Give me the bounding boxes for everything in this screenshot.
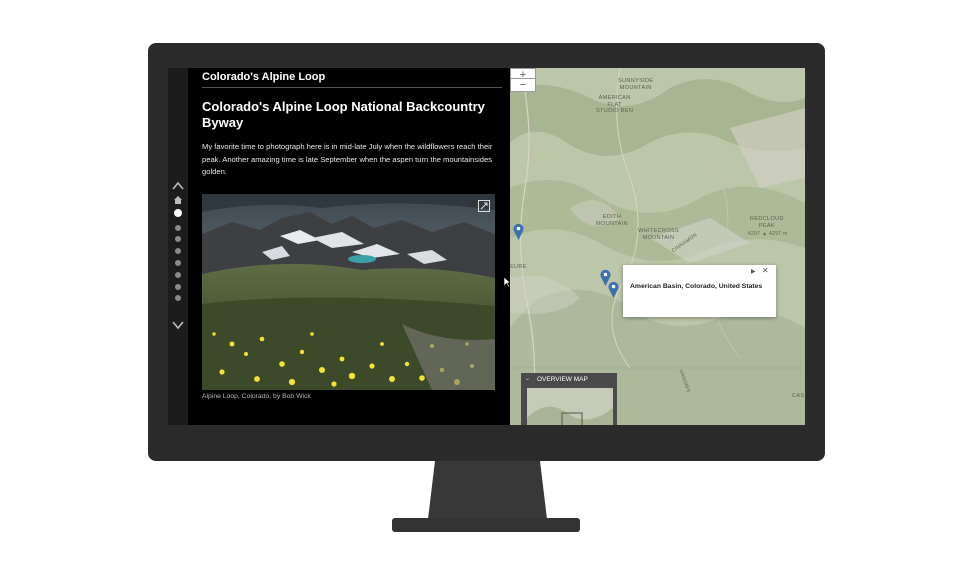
map-label: CAS (792, 393, 805, 399)
nav-dot[interactable] (175, 236, 181, 242)
story-header-title: Colorado's Alpine Loop (202, 68, 502, 88)
map-label: EURE (510, 264, 527, 270)
map-view[interactable]: + − SUNNYSIDE MOUNTAIN AMERICAN FLAT STU… (510, 68, 805, 425)
story-body: My favorite time to photograph here is i… (202, 142, 493, 176)
photo-caption: Alpine Loop, Colorado, by Bob Wick (202, 393, 311, 400)
monitor-base (392, 518, 580, 532)
overview-map: ⌄ OVERVIEW MAP (521, 373, 617, 425)
story-panel: Colorado's Alpine Loop Colorado's Alpine… (188, 68, 509, 425)
zoom-out-button[interactable]: − (510, 78, 536, 92)
map-terrain (510, 68, 805, 425)
next-arrow-icon[interactable]: ▶ (751, 268, 756, 275)
nav-dot[interactable] (175, 295, 181, 301)
chevron-down-icon[interactable] (171, 318, 185, 332)
map-label: REDCLOUD PEAK (750, 216, 784, 229)
overview-map-header[interactable]: ⌄ OVERVIEW MAP (521, 373, 617, 386)
close-icon[interactable]: ✕ (762, 266, 769, 275)
map-label: WHITECROSS MOUNTAIN (638, 228, 679, 241)
overview-map-title: OVERVIEW MAP (537, 376, 588, 383)
map-label: AMERICAN FLAT STUDIO BEN (596, 95, 634, 114)
nav-dot[interactable] (175, 248, 181, 254)
nav-dot[interactable] (175, 260, 181, 266)
map-pin-icon[interactable] (513, 223, 524, 240)
map-label: 4297 ▲ 4297 m (748, 231, 788, 237)
map-pin-icon[interactable] (608, 281, 619, 298)
home-icon[interactable] (173, 195, 183, 205)
chevron-up-icon[interactable] (171, 179, 185, 193)
nav-dot[interactable] (174, 209, 182, 217)
nav-dot[interactable] (175, 225, 181, 231)
popup-location: American Basin, Colorado, United States (630, 283, 763, 290)
monitor-stand (428, 461, 547, 519)
nav-dot[interactable] (175, 284, 181, 290)
overview-map-view[interactable] (527, 388, 613, 425)
map-popup: ▶ ✕ American Basin, Colorado, United Sta… (623, 265, 776, 317)
map-label: SUNNYSIDE MOUNTAIN (618, 78, 654, 91)
expand-icon[interactable] (478, 200, 490, 212)
nav-dot[interactable] (175, 272, 181, 278)
story-photo[interactable] (202, 194, 495, 390)
screen: Colorado's Alpine Loop Colorado's Alpine… (168, 68, 805, 425)
chevron-down-icon: ⌄ (525, 376, 531, 382)
map-label: EDITH MOUNTAIN (596, 214, 628, 227)
story-navigation (168, 68, 188, 425)
story-title: Colorado's Alpine Loop National Backcoun… (202, 99, 485, 130)
